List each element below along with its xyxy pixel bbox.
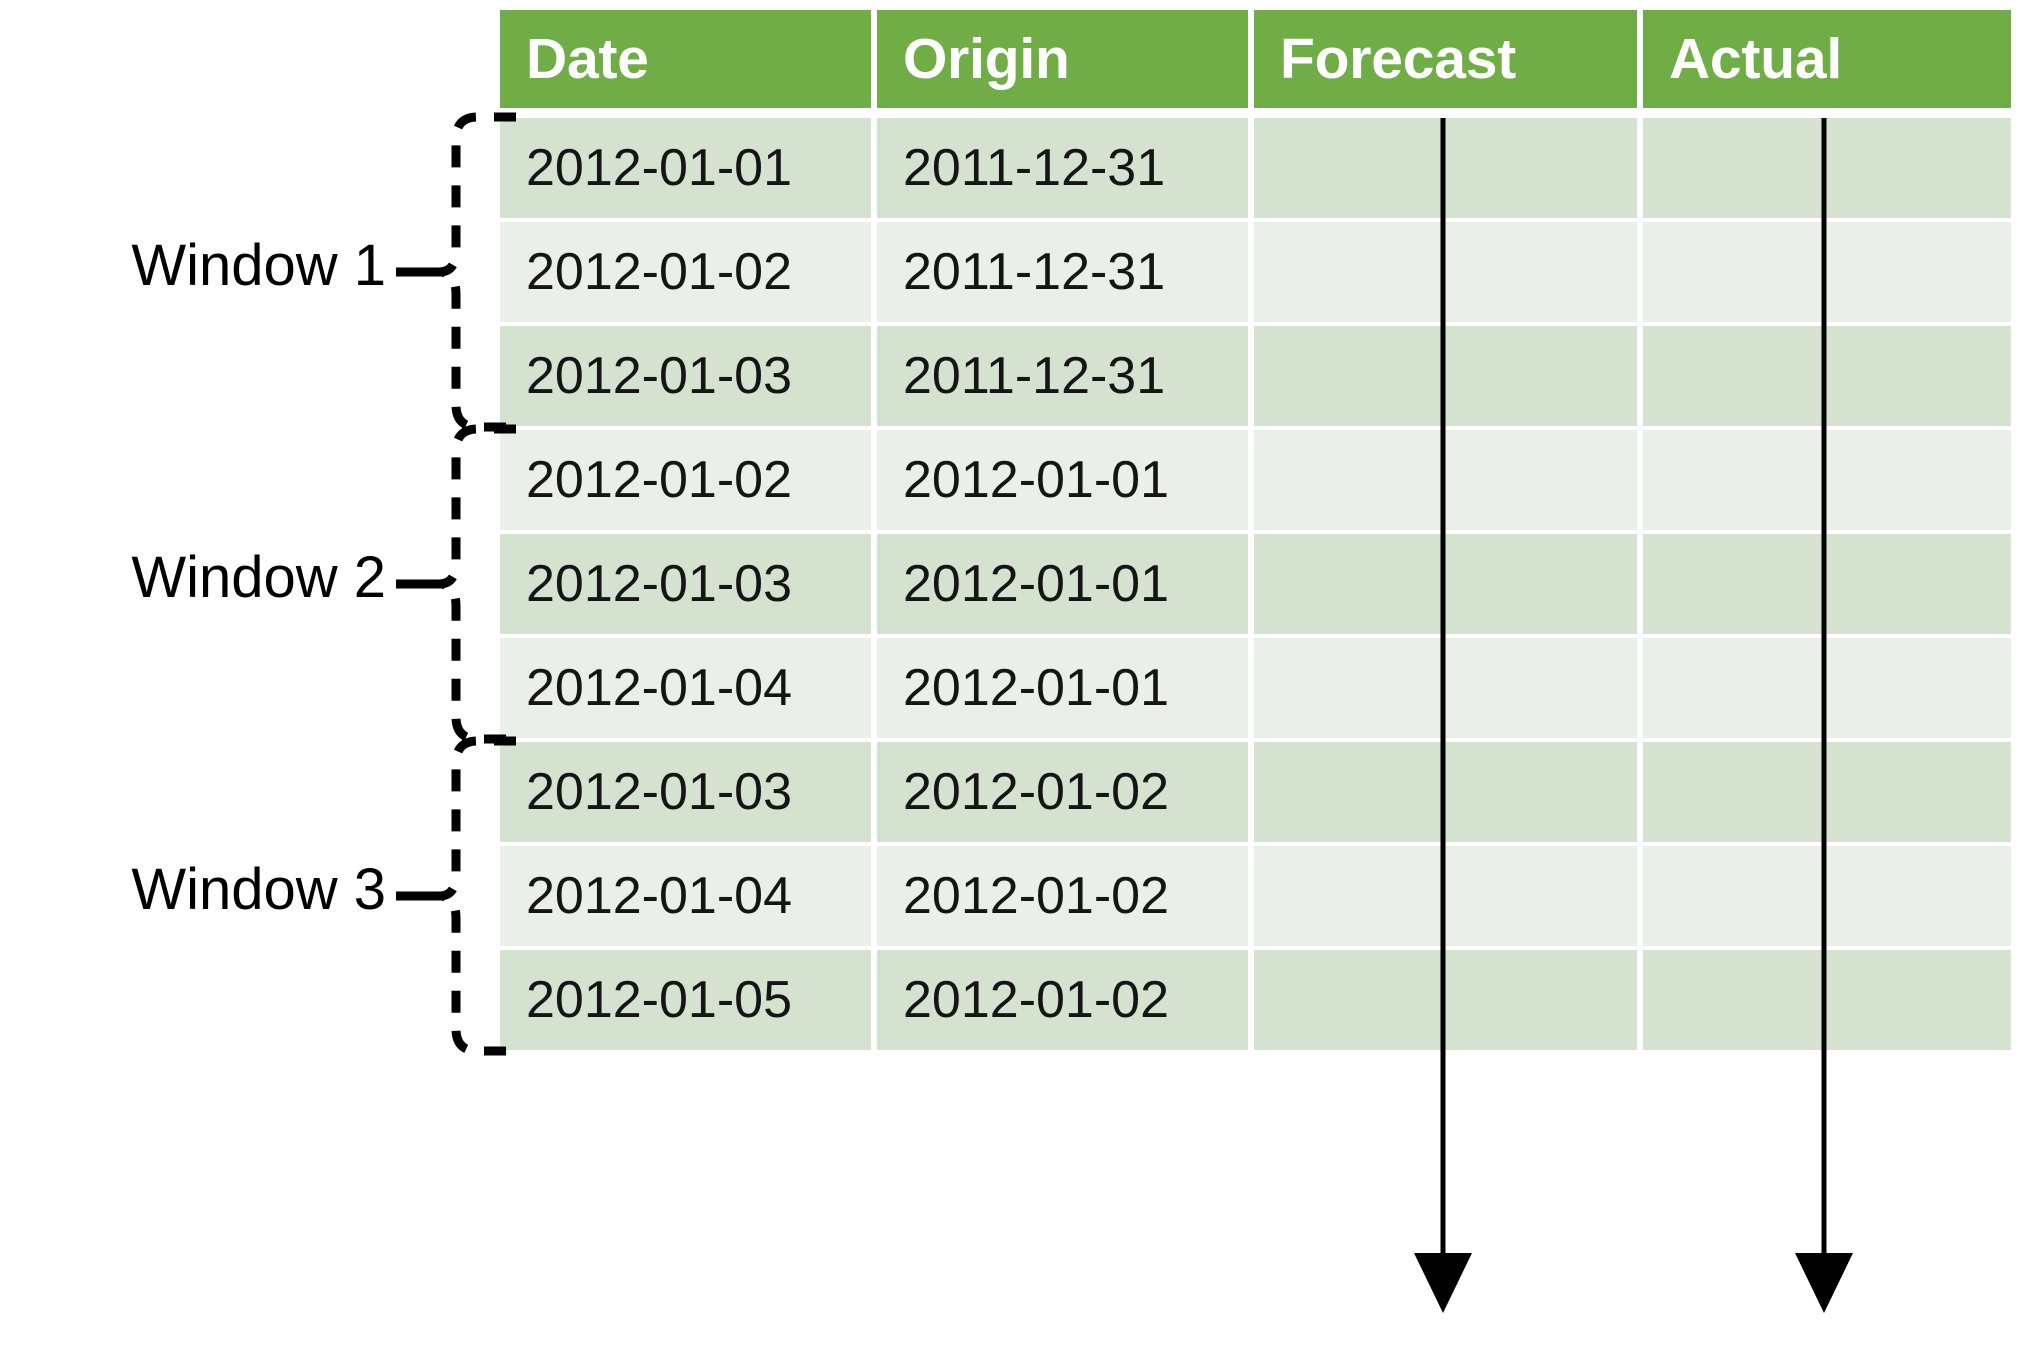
cell-origin: 2012-01-02: [877, 950, 1249, 1050]
cell-origin: 2012-01-01: [877, 638, 1249, 738]
table-header-row: Date Origin Forecast Actual: [500, 10, 2011, 108]
cell-origin: 2011-12-31: [877, 118, 1249, 218]
cell-actual: [1642, 846, 2011, 946]
cell-date: 2012-01-01: [500, 118, 872, 218]
cell-forecast: [1254, 950, 1637, 1050]
table-row: 2012-01-04 2012-01-01: [500, 638, 2011, 738]
table-row: 2012-01-02 2011-12-31: [500, 222, 2011, 322]
cell-origin: 2011-12-31: [877, 326, 1249, 426]
cell-date: 2012-01-05: [500, 950, 872, 1050]
window-label-2: Window 2: [131, 545, 386, 610]
cell-actual: [1642, 222, 2011, 322]
forecast-origin-table: Date Origin Forecast Actual 2012-01-01 20…: [500, 10, 2011, 1341]
window-label-3: Window 3: [131, 857, 386, 922]
cell-forecast: [1254, 326, 1637, 426]
cell-forecast: [1254, 638, 1637, 738]
cell-forecast: [1254, 430, 1637, 530]
column-header-forecast: Forecast: [1254, 10, 1637, 108]
cell-forecast: [1254, 846, 1637, 946]
table-row: 2012-01-01 2011-12-31: [500, 118, 2011, 218]
cell-date: 2012-01-03: [500, 326, 872, 426]
cell-forecast: [1254, 534, 1637, 634]
window-label-1: Window 1: [131, 233, 386, 298]
cell-forecast: [1254, 118, 1637, 218]
cell-origin: 2012-01-01: [877, 430, 1249, 530]
cell-date: 2012-01-03: [500, 742, 872, 842]
table-row: 2012-01-03 2011-12-31: [500, 326, 2011, 426]
table-row: 2012-01-05 2012-01-02: [500, 950, 2011, 1050]
cell-date: 2012-01-03: [500, 534, 872, 634]
table-row: 2012-01-03 2012-01-01: [500, 534, 2011, 634]
column-header-actual: Actual: [1642, 10, 2011, 108]
cell-actual: [1642, 326, 2011, 426]
cell-origin: 2012-01-02: [877, 846, 1249, 946]
cell-actual: [1642, 742, 2011, 842]
cell-actual: [1642, 950, 2011, 1050]
table-row: 2012-01-04 2012-01-02: [500, 846, 2011, 946]
cell-actual: [1642, 638, 2011, 738]
cell-date: 2012-01-04: [500, 638, 872, 738]
figure-canvas: Date Origin Forecast Actual 2012-01-01 20…: [0, 0, 2021, 1351]
cell-actual: [1642, 118, 2011, 218]
cell-date: 2012-01-04: [500, 846, 872, 946]
cell-origin: 2012-01-01: [877, 534, 1249, 634]
column-header-origin: Origin: [877, 10, 1249, 108]
table-row: 2012-01-03 2012-01-02: [500, 742, 2011, 842]
column-header-date: Date: [500, 10, 872, 108]
cell-actual: [1642, 430, 2011, 530]
cell-origin: 2011-12-31: [877, 222, 1249, 322]
cell-origin: 2012-01-02: [877, 742, 1249, 842]
cell-forecast: [1254, 742, 1637, 842]
cell-date: 2012-01-02: [500, 222, 872, 322]
cell-forecast: [1254, 222, 1637, 322]
table-row: 2012-01-02 2012-01-01: [500, 430, 2011, 530]
cell-actual: [1642, 534, 2011, 634]
cell-date: 2012-01-02: [500, 430, 872, 530]
